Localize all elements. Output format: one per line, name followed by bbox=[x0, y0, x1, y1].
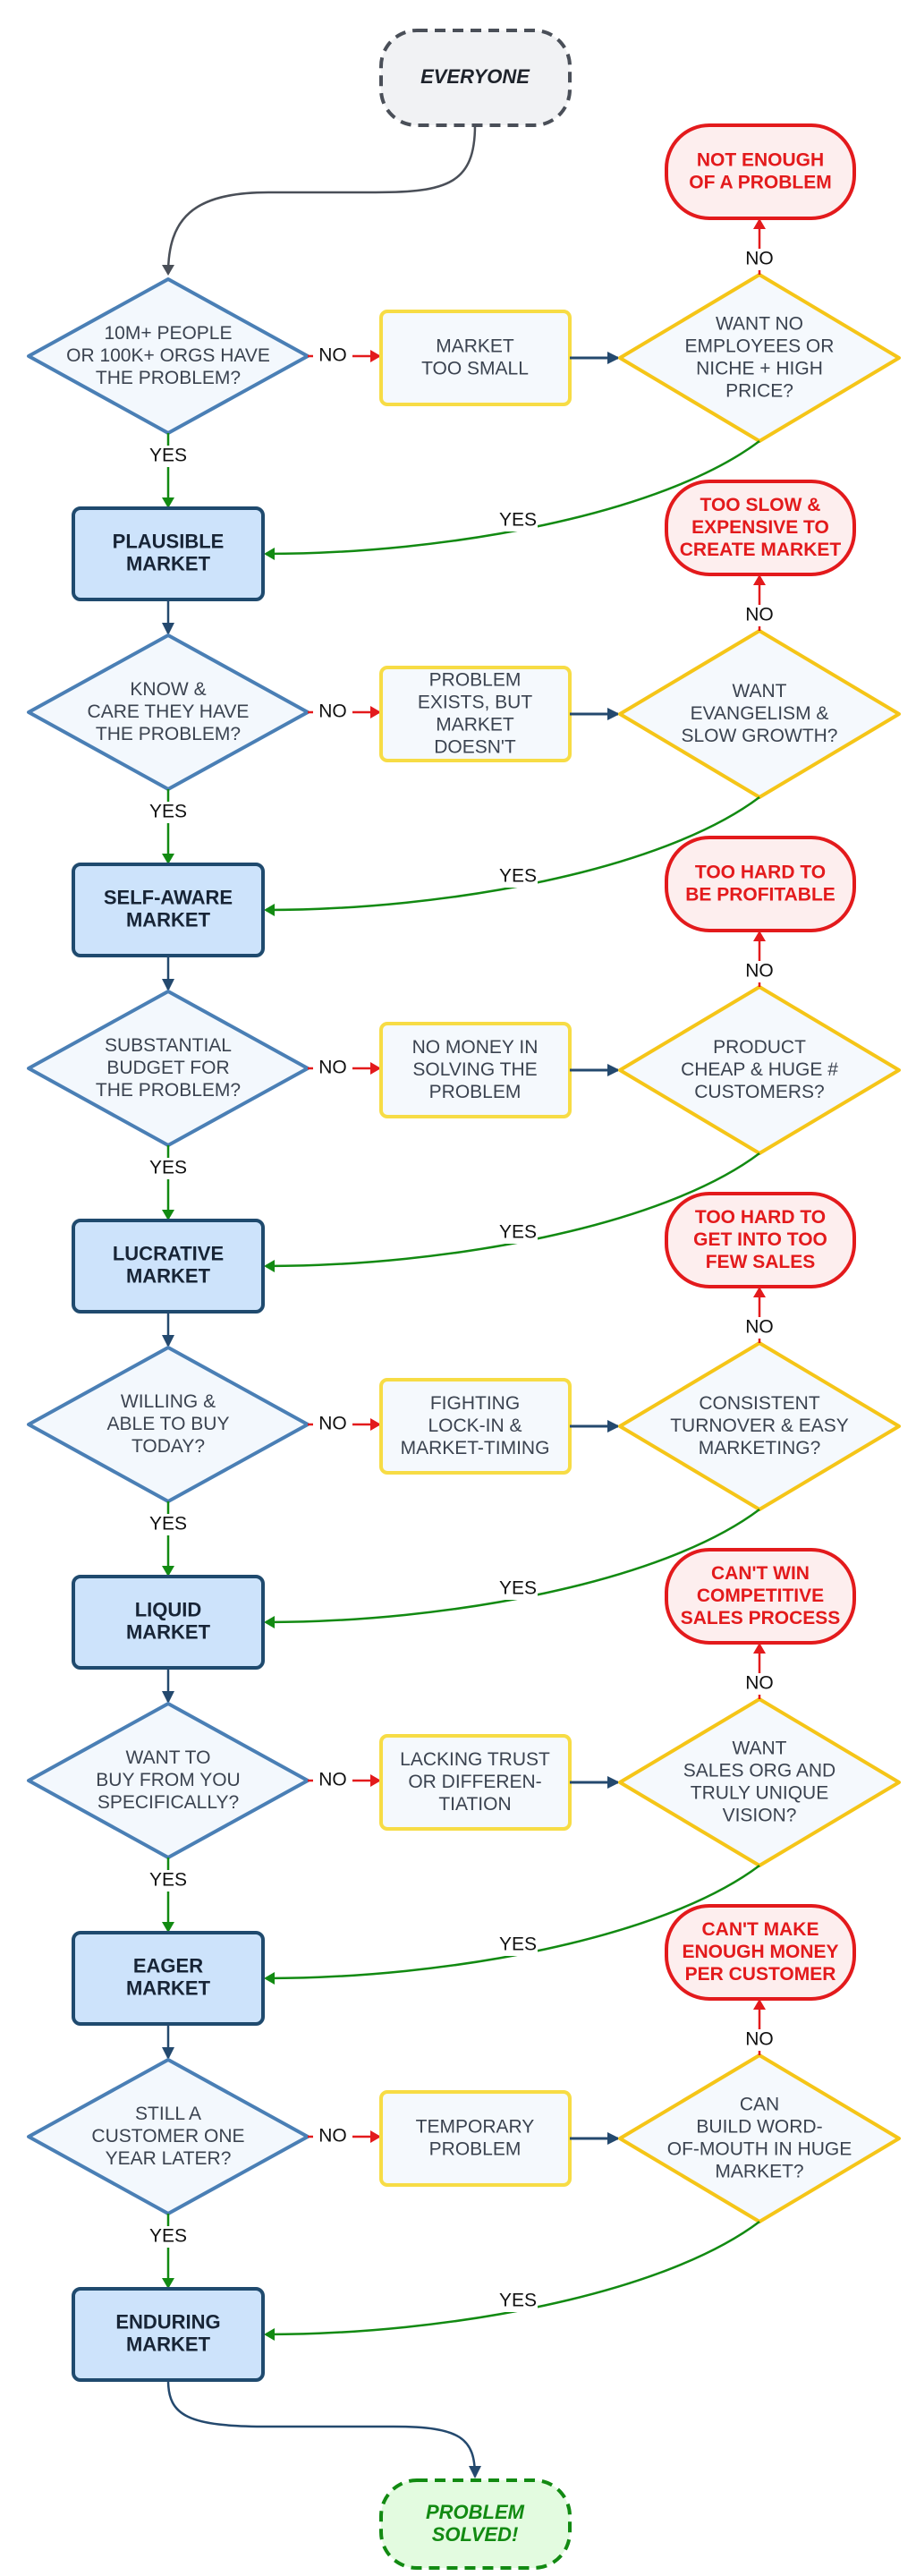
svg-text:NO: NO bbox=[745, 605, 774, 625]
market-label: LUCRATIVE MARKET bbox=[113, 1242, 224, 1287]
no-label: NO bbox=[313, 1770, 352, 1791]
no-label: NO bbox=[740, 2029, 779, 2051]
market-box: LIQUID MARKET bbox=[72, 1575, 265, 1670]
yes-label: YES bbox=[148, 2226, 188, 2248]
no-label: NO bbox=[313, 2126, 352, 2147]
market-box: ENDURING MARKET bbox=[72, 2287, 265, 2382]
market-label: ENDURING MARKET bbox=[115, 2310, 220, 2355]
yes-label: YES bbox=[148, 1870, 188, 1892]
yes-label: YES bbox=[148, 1514, 188, 1535]
no-label: NO bbox=[313, 345, 352, 367]
alt-question-diamond: WANT SALES ORG AND TRULY UNIQUE VISION? bbox=[618, 1697, 901, 1867]
failure-outcome: TOO HARD TO BE PROFITABLE bbox=[665, 836, 856, 932]
yes-label: YES bbox=[498, 1222, 538, 1244]
question-diamond: WILLING & ABLE TO BUY TODAY? bbox=[27, 1346, 310, 1503]
question-diamond: SUBSTANTIAL BUDGET FOR THE PROBLEM? bbox=[27, 990, 310, 1147]
yes-label: YES bbox=[498, 510, 538, 531]
yes-label: YES bbox=[148, 802, 188, 823]
no-label: NO bbox=[740, 605, 779, 626]
end-connector bbox=[166, 2379, 481, 2478]
failure-outcome: TOO SLOW & EXPENSIVE TO CREATE MARKET bbox=[665, 480, 856, 576]
alt-question-diamond: WANT NO EMPLOYEES OR NICHE + HIGH PRICE? bbox=[618, 273, 901, 443]
failure-text: TOO SLOW & EXPENSIVE TO CREATE MARKET bbox=[680, 495, 842, 560]
question-diamond: 10M+ PEOPLE OR 100K+ ORGS HAVE THE PROBLEM… bbox=[27, 277, 310, 435]
svg-text:NO: NO bbox=[318, 2126, 347, 2147]
yes-label: YES bbox=[148, 1158, 188, 1179]
failure-outcome: CAN'T WIN COMPETITIVE SALES PROCESS bbox=[665, 1548, 856, 1645]
problem-box: FIGHTING LOCK-IN & MARKET-TIMING bbox=[379, 1378, 572, 1475]
alt-question-diamond: PRODUCT CHEAP & HUGE # CUSTOMERS? bbox=[618, 985, 901, 1155]
svg-text:NO: NO bbox=[318, 1414, 347, 1434]
no-label: NO bbox=[740, 1317, 779, 1339]
yes-label: YES bbox=[498, 1934, 538, 1956]
no-label: NO bbox=[740, 1673, 779, 1695]
svg-text:YES: YES bbox=[499, 1934, 537, 1955]
alt-question-diamond: WANT EVANGELISM & SLOW GROWTH? bbox=[618, 629, 901, 799]
yes-label: YES bbox=[148, 446, 188, 467]
svg-text:NO: NO bbox=[745, 1317, 774, 1338]
svg-text:NO: NO bbox=[318, 1770, 347, 1790]
problem-box: LACKING TRUST OR DIFFEREN-TIATION bbox=[379, 1734, 572, 1831]
end-node: PROBLEM SOLVED! bbox=[379, 2478, 572, 2570]
svg-text:NO: NO bbox=[318, 1058, 347, 1078]
svg-text:YES: YES bbox=[149, 446, 187, 466]
market-box: SELF-AWARE MARKET bbox=[72, 863, 265, 957]
problem-box: NO MONEY IN SOLVING THE PROBLEM bbox=[379, 1022, 572, 1118]
svg-text:NO: NO bbox=[318, 345, 347, 366]
yes-label: YES bbox=[498, 1578, 538, 1600]
market-box: PLAUSIBLE MARKET bbox=[72, 506, 265, 601]
no-label: NO bbox=[313, 1414, 352, 1435]
question-text: SUBSTANTIAL BUDGET FOR THE PROBLEM? bbox=[96, 1035, 241, 1101]
svg-text:NO: NO bbox=[745, 2029, 774, 2050]
svg-text:NO: NO bbox=[745, 961, 774, 982]
no-label: NO bbox=[313, 701, 352, 723]
svg-text:YES: YES bbox=[149, 802, 187, 822]
market-box: EAGER MARKET bbox=[72, 1931, 265, 2026]
market-label: PLAUSIBLE MARKET bbox=[113, 530, 225, 574]
question-diamond: KNOW & CARE THEY HAVE THE PROBLEM? bbox=[27, 633, 310, 791]
failure-outcome: TOO HARD TO GET INTO TOO FEW SALES bbox=[665, 1192, 856, 1288]
svg-text:NO: NO bbox=[318, 701, 347, 722]
no-label: NO bbox=[313, 1058, 352, 1079]
svg-text:YES: YES bbox=[149, 1514, 187, 1535]
svg-text:NO: NO bbox=[745, 1673, 774, 1694]
end-label: PROBLEM SOLVED! bbox=[426, 2501, 525, 2546]
failure-outcome: NOT ENOUGH OF A PROBLEM bbox=[665, 123, 856, 220]
svg-text:YES: YES bbox=[499, 1222, 537, 1243]
problem-box: PROBLEM EXISTS, BUT MARKET DOESN'T bbox=[379, 666, 572, 762]
problem-box: TEMPORARY PROBLEM bbox=[379, 2090, 572, 2187]
problem-box: MARKET TOO SMALL bbox=[379, 310, 572, 406]
svg-text:YES: YES bbox=[149, 1158, 187, 1178]
yes-curve-arrow bbox=[264, 2221, 760, 2341]
market-label: LIQUID MARKET bbox=[126, 1598, 211, 1643]
svg-text:YES: YES bbox=[499, 866, 537, 887]
svg-text:YES: YES bbox=[149, 1870, 187, 1891]
svg-text:YES: YES bbox=[499, 510, 537, 531]
yes-label: YES bbox=[498, 866, 538, 888]
yes-label: YES bbox=[498, 2291, 538, 2312]
failure-text: CAN'T MAKE ENOUGH MONEY PER CUSTOMER bbox=[682, 1919, 838, 1985]
svg-text:YES: YES bbox=[499, 1578, 537, 1599]
question-diamond: WANT TO BUY FROM YOU SPECIFICALLY? bbox=[27, 1702, 310, 1859]
alt-question-diamond: CAN BUILD WORD-OF-MOUTH IN HUGE MARKET? bbox=[618, 2053, 901, 2223]
start-connector bbox=[162, 124, 477, 276]
market-box: LUCRATIVE MARKET bbox=[72, 1219, 265, 1314]
svg-text:NO: NO bbox=[745, 249, 774, 269]
alt-question-diamond: CONSISTENT TURNOVER & EASY MARKETING? bbox=[618, 1341, 901, 1511]
problem-text: NO MONEY IN SOLVING THE PROBLEM bbox=[412, 1037, 539, 1102]
question-diamond: STILL A CUSTOMER ONE YEAR LATER? bbox=[27, 2058, 310, 2215]
no-label: NO bbox=[740, 961, 779, 982]
market-label: EAGER MARKET bbox=[126, 1954, 211, 1999]
svg-text:YES: YES bbox=[149, 2226, 187, 2247]
svg-text:YES: YES bbox=[499, 2291, 537, 2311]
start-label: EVERYONE bbox=[420, 65, 530, 88]
no-label: NO bbox=[740, 249, 779, 270]
start-node: EVERYONE bbox=[379, 29, 572, 127]
market-flowchart: EVERYONE 10M+ PEOPLE OR 100K+ ORGS HAVE TH… bbox=[27, 29, 901, 2570]
failure-text: TOO HARD TO GET INTO TOO FEW SALES bbox=[693, 1207, 827, 1272]
failure-outcome: CAN'T MAKE ENOUGH MONEY PER CUSTOMER bbox=[665, 1904, 856, 2001]
